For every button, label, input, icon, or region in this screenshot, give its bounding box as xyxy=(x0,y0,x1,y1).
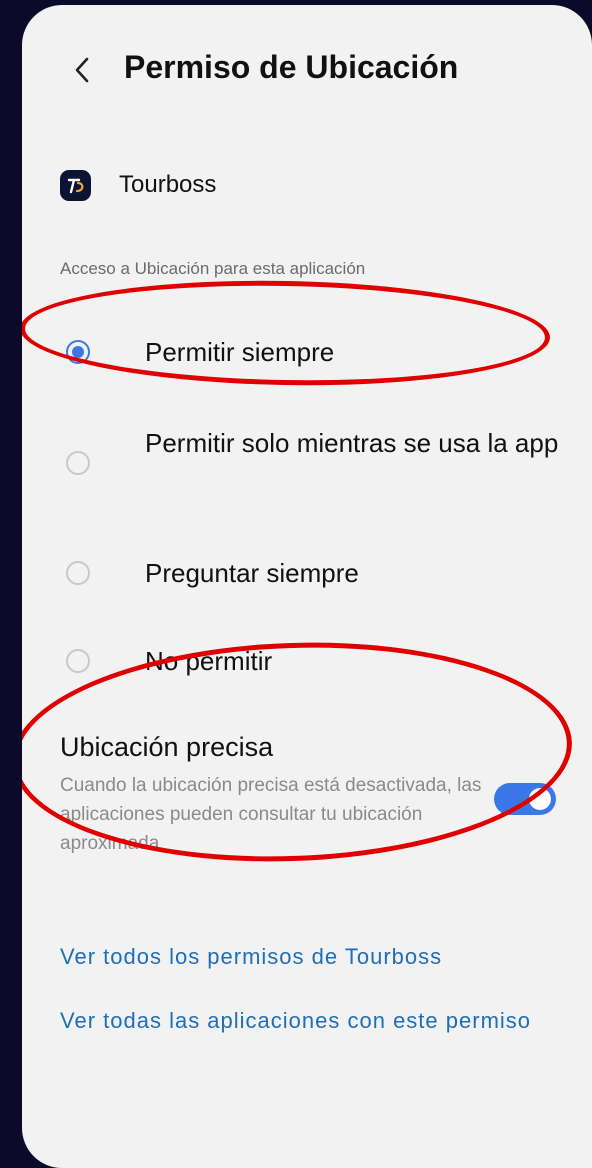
option-label: Permitir solo mientras se usa la app xyxy=(145,428,559,458)
precise-location-toggle[interactable] xyxy=(494,783,556,815)
toggle-knob xyxy=(529,788,551,810)
option-label: Permitir siempre xyxy=(145,337,335,367)
header: Permiso de Ubicación xyxy=(22,5,592,125)
tourboss-app-icon xyxy=(60,169,91,201)
app-name: Tourboss xyxy=(119,171,217,198)
back-button[interactable] xyxy=(62,45,102,95)
option-label: No permitir xyxy=(145,646,273,676)
radio-unchecked-icon[interactable] xyxy=(66,451,90,475)
all-permissions-link[interactable]: Ver todos los permisos de Tourboss xyxy=(60,941,570,972)
radio-checked-icon[interactable] xyxy=(66,340,90,364)
option-preguntar-siempre[interactable]: Preguntar siempre xyxy=(22,548,592,598)
page-title: Permiso de Ubicación xyxy=(124,49,459,85)
option-label: Preguntar siempre xyxy=(145,558,359,588)
phone-screen: Permiso de Ubicación Tourboss Acceso a U… xyxy=(22,5,592,1168)
option-no-permitir[interactable]: No permitir xyxy=(22,636,592,686)
option-permitir-siempre[interactable]: Permitir siempre xyxy=(22,327,592,377)
precise-location-description: Cuando la ubicación precisa está desacti… xyxy=(60,775,482,854)
all-apps-link[interactable]: Ver todas las aplicaciones con este perm… xyxy=(60,1005,570,1036)
chevron-left-icon xyxy=(75,57,89,83)
option-permitir-solo-en-uso[interactable]: Permitir solo mientras se usa la app xyxy=(22,418,592,510)
precise-location-title: Ubicación precisa xyxy=(60,732,274,762)
app-row: Tourboss xyxy=(60,165,216,205)
radio-unchecked-icon[interactable] xyxy=(66,561,90,585)
section-label: Acceso a Ubicación para esta aplicación xyxy=(60,259,366,278)
radio-unchecked-icon[interactable] xyxy=(66,649,90,673)
